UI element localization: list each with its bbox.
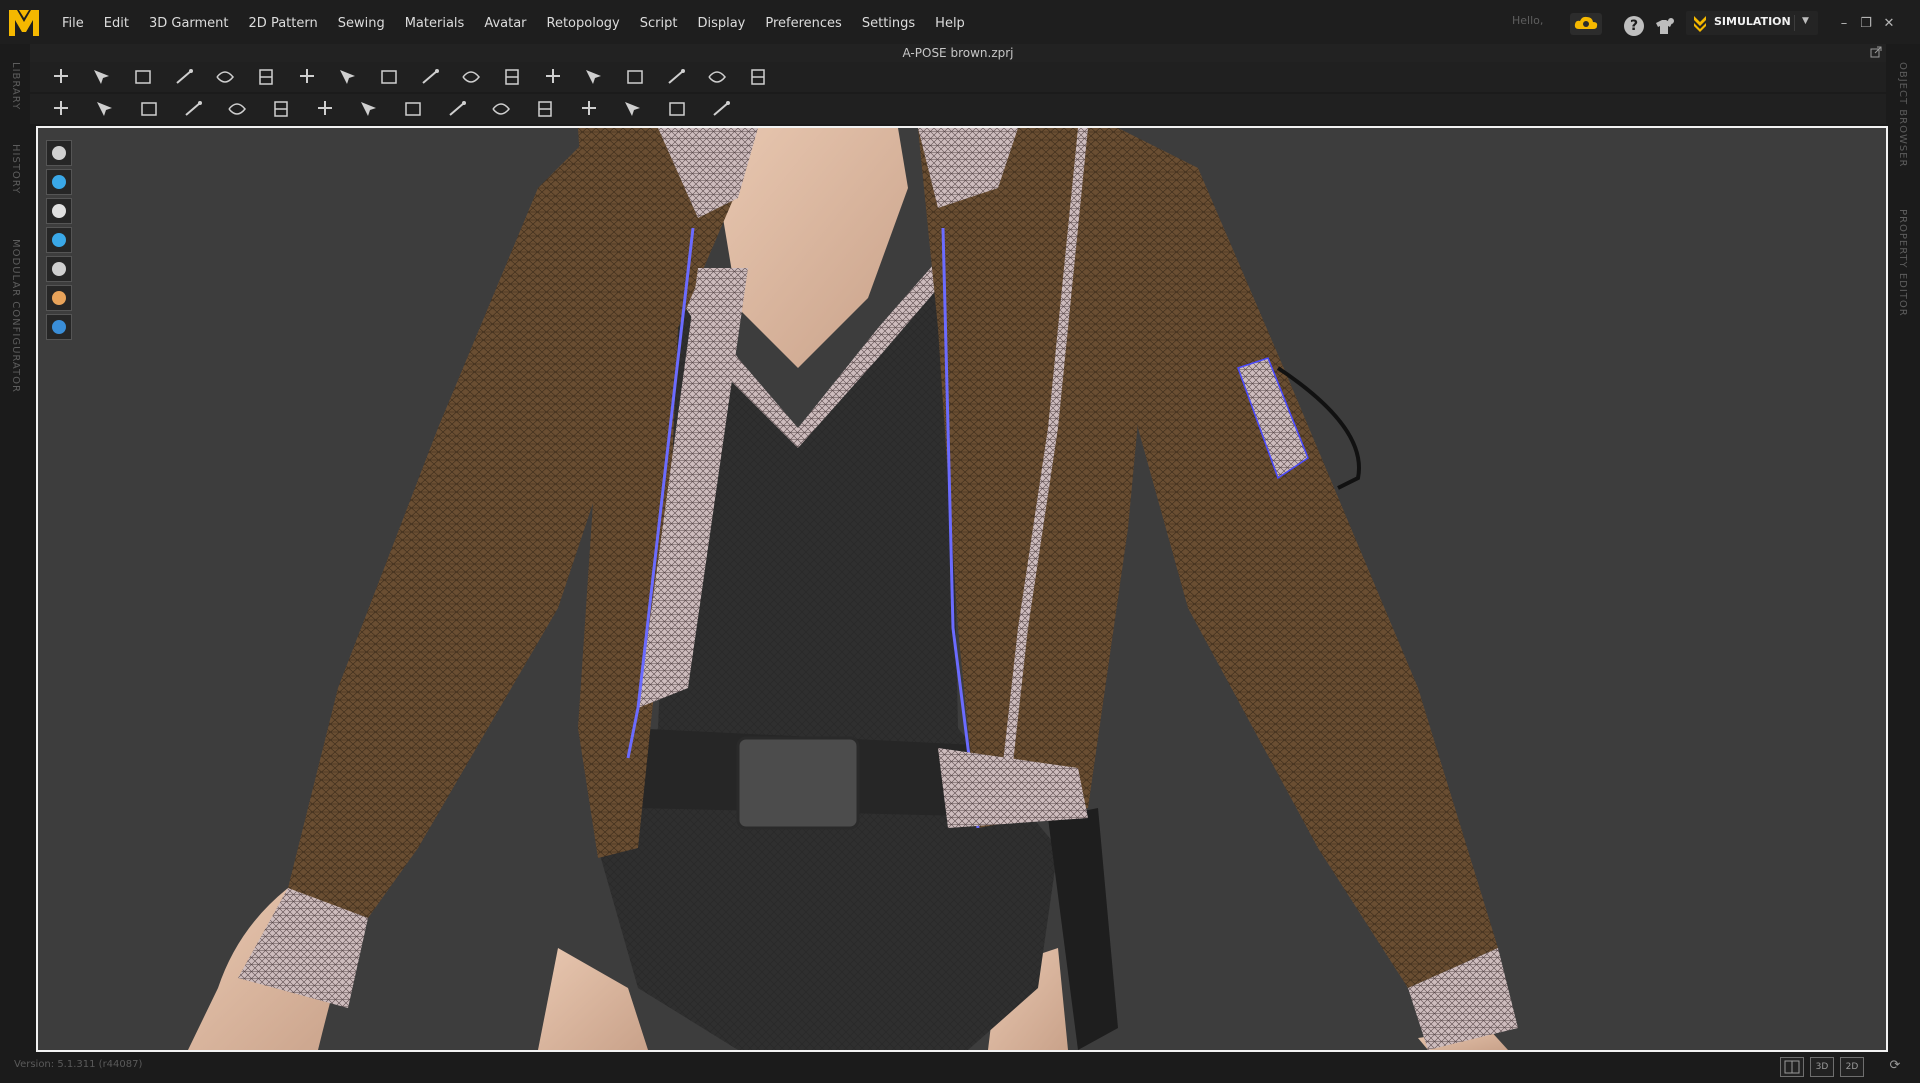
library-tab[interactable]: LIBRARY xyxy=(10,62,21,110)
toolbar-3d-garment-secondary xyxy=(30,94,1886,124)
menu-edit[interactable]: Edit xyxy=(94,0,139,44)
tack-icon[interactable] xyxy=(376,65,402,89)
strengthen-icon[interactable] xyxy=(458,65,484,89)
mode-divider xyxy=(1794,15,1795,31)
select-mesh-icon[interactable] xyxy=(130,65,156,89)
lasso-icon[interactable] xyxy=(212,65,238,89)
hanger-icon[interactable] xyxy=(581,65,607,89)
reset-2d-icon[interactable] xyxy=(253,65,279,89)
box-select-icon[interactable] xyxy=(171,65,197,89)
property-editor-tab[interactable]: PROPERTY EDITOR xyxy=(1897,209,1908,317)
status-bar: Version: 5.1.311 (r44087) 3D 2D ⟳ xyxy=(0,1054,1920,1080)
bottom-icon[interactable] xyxy=(663,65,689,89)
right-panel-strip: OBJECT BROWSER PROPERTY EDITOR xyxy=(1886,44,1920,1054)
minimize-button[interactable]: – xyxy=(1835,15,1853,33)
move-icon[interactable] xyxy=(48,65,74,89)
split-view-icon xyxy=(1784,1060,1800,1074)
align-icon[interactable] xyxy=(664,97,690,121)
garment-display-icon[interactable] xyxy=(46,140,72,166)
menu-retopology[interactable]: Retopology xyxy=(537,0,630,44)
left-panel-strip: LIBRARY HISTORY MODULAR CONFIGURATOR xyxy=(0,44,30,1054)
texture-display-icon[interactable] xyxy=(46,227,72,253)
mode-label: SIMULATION xyxy=(1714,15,1791,28)
3d-viewport[interactable] xyxy=(36,126,1888,1052)
flip-icon[interactable] xyxy=(335,65,361,89)
tape-icon[interactable] xyxy=(488,97,514,121)
fabric-icon[interactable] xyxy=(46,256,72,282)
toolbar-3d-garment xyxy=(30,62,1886,92)
menu-avatar[interactable]: Avatar xyxy=(474,0,536,44)
file-name: A-POSE brown.zprj xyxy=(902,46,1014,60)
menu-settings[interactable]: Settings xyxy=(852,0,925,44)
menu-bar: File Edit 3D Garment 2D Pattern Sewing M… xyxy=(52,0,975,44)
stitch-icon[interactable] xyxy=(180,97,206,121)
mesh-grid-icon[interactable] xyxy=(745,65,771,89)
history-tab[interactable]: HISTORY xyxy=(10,144,21,194)
cloud-button[interactable] xyxy=(1570,13,1602,35)
object-browser-tab[interactable]: OBJECT BROWSER xyxy=(1897,62,1908,167)
avatar-pose-icon[interactable] xyxy=(48,97,74,121)
simulation-mode-icon xyxy=(1692,14,1708,32)
grid-icon[interactable] xyxy=(704,65,730,89)
menu-script[interactable]: Script xyxy=(630,0,688,44)
buttonhole-icon[interactable] xyxy=(356,97,382,121)
view-mode-3d-button[interactable]: 3D xyxy=(1810,1057,1834,1077)
restore-button[interactable]: ❐ xyxy=(1857,15,1875,33)
reset-3d-icon[interactable] xyxy=(294,65,320,89)
close-button[interactable]: ✕ xyxy=(1880,15,1898,33)
refresh-icon[interactable]: ⟳ xyxy=(1886,1057,1904,1075)
garment-scene[interactable] xyxy=(38,128,1886,1050)
menu-materials[interactable]: Materials xyxy=(395,0,475,44)
menu-file[interactable]: File xyxy=(52,0,94,44)
jacket-right-sleeve xyxy=(1118,128,1498,988)
version-label: Version: 5.1.311 (r44087) xyxy=(14,1059,143,1070)
title-bar: File Edit 3D Garment 2D Pattern Sewing M… xyxy=(0,0,1920,44)
menu-display[interactable]: Display xyxy=(687,0,755,44)
steam-icon[interactable] xyxy=(224,97,250,121)
avatar-display-icon[interactable] xyxy=(46,198,72,224)
pin-icon[interactable] xyxy=(540,65,566,89)
topstitch-icon[interactable] xyxy=(444,97,470,121)
puckering-icon[interactable] xyxy=(622,65,648,89)
fold-arrange-icon[interactable] xyxy=(499,65,525,89)
weld-icon[interactable] xyxy=(620,97,646,121)
trim-icon[interactable] xyxy=(268,97,294,121)
menu-help[interactable]: Help xyxy=(925,0,975,44)
menu-sewing[interactable]: Sewing xyxy=(328,0,395,44)
file-title-bar: A-POSE brown.zprj xyxy=(30,44,1886,62)
user-greeting: Hello, xyxy=(1512,14,1544,27)
belt-buckle xyxy=(736,736,860,830)
undock-icon[interactable] xyxy=(1870,46,1882,58)
pin-avatar-icon[interactable] xyxy=(576,97,602,121)
mode-select[interactable]: SIMULATION ▼ xyxy=(1686,11,1818,35)
measure-icon[interactable] xyxy=(400,97,426,121)
chevron-down-icon[interactable]: ▼ xyxy=(1802,16,1809,26)
menu-2d-pattern[interactable]: 2D Pattern xyxy=(239,0,328,44)
help-icon[interactable]: ? xyxy=(1624,16,1644,36)
view-mode-2d-button[interactable]: 2D xyxy=(1840,1057,1864,1077)
transform-pose-icon[interactable] xyxy=(89,65,115,89)
avatar-skin-icon[interactable] xyxy=(46,285,72,311)
internal-line-icon[interactable] xyxy=(46,169,72,195)
select-seam-icon[interactable] xyxy=(92,97,118,121)
split-icon[interactable] xyxy=(708,97,734,121)
button-icon[interactable] xyxy=(312,97,338,121)
menu-preferences[interactable]: Preferences xyxy=(755,0,851,44)
jacket-left-sleeve xyxy=(288,128,618,918)
view-mode-split-button[interactable] xyxy=(1780,1057,1804,1077)
modular-configurator-tab[interactable]: MODULAR CONFIGURATOR xyxy=(10,239,21,393)
fold-icon[interactable] xyxy=(417,65,443,89)
zipper-icon[interactable] xyxy=(136,97,162,121)
community-icon[interactable] xyxy=(1652,15,1676,37)
environment-icon[interactable] xyxy=(46,314,72,340)
marvelous-designer-logo-icon xyxy=(6,4,42,40)
shrinkwrap-icon[interactable] xyxy=(532,97,558,121)
menu-3d-garment[interactable]: 3D Garment xyxy=(139,0,239,44)
cloud-icon xyxy=(1574,16,1598,29)
